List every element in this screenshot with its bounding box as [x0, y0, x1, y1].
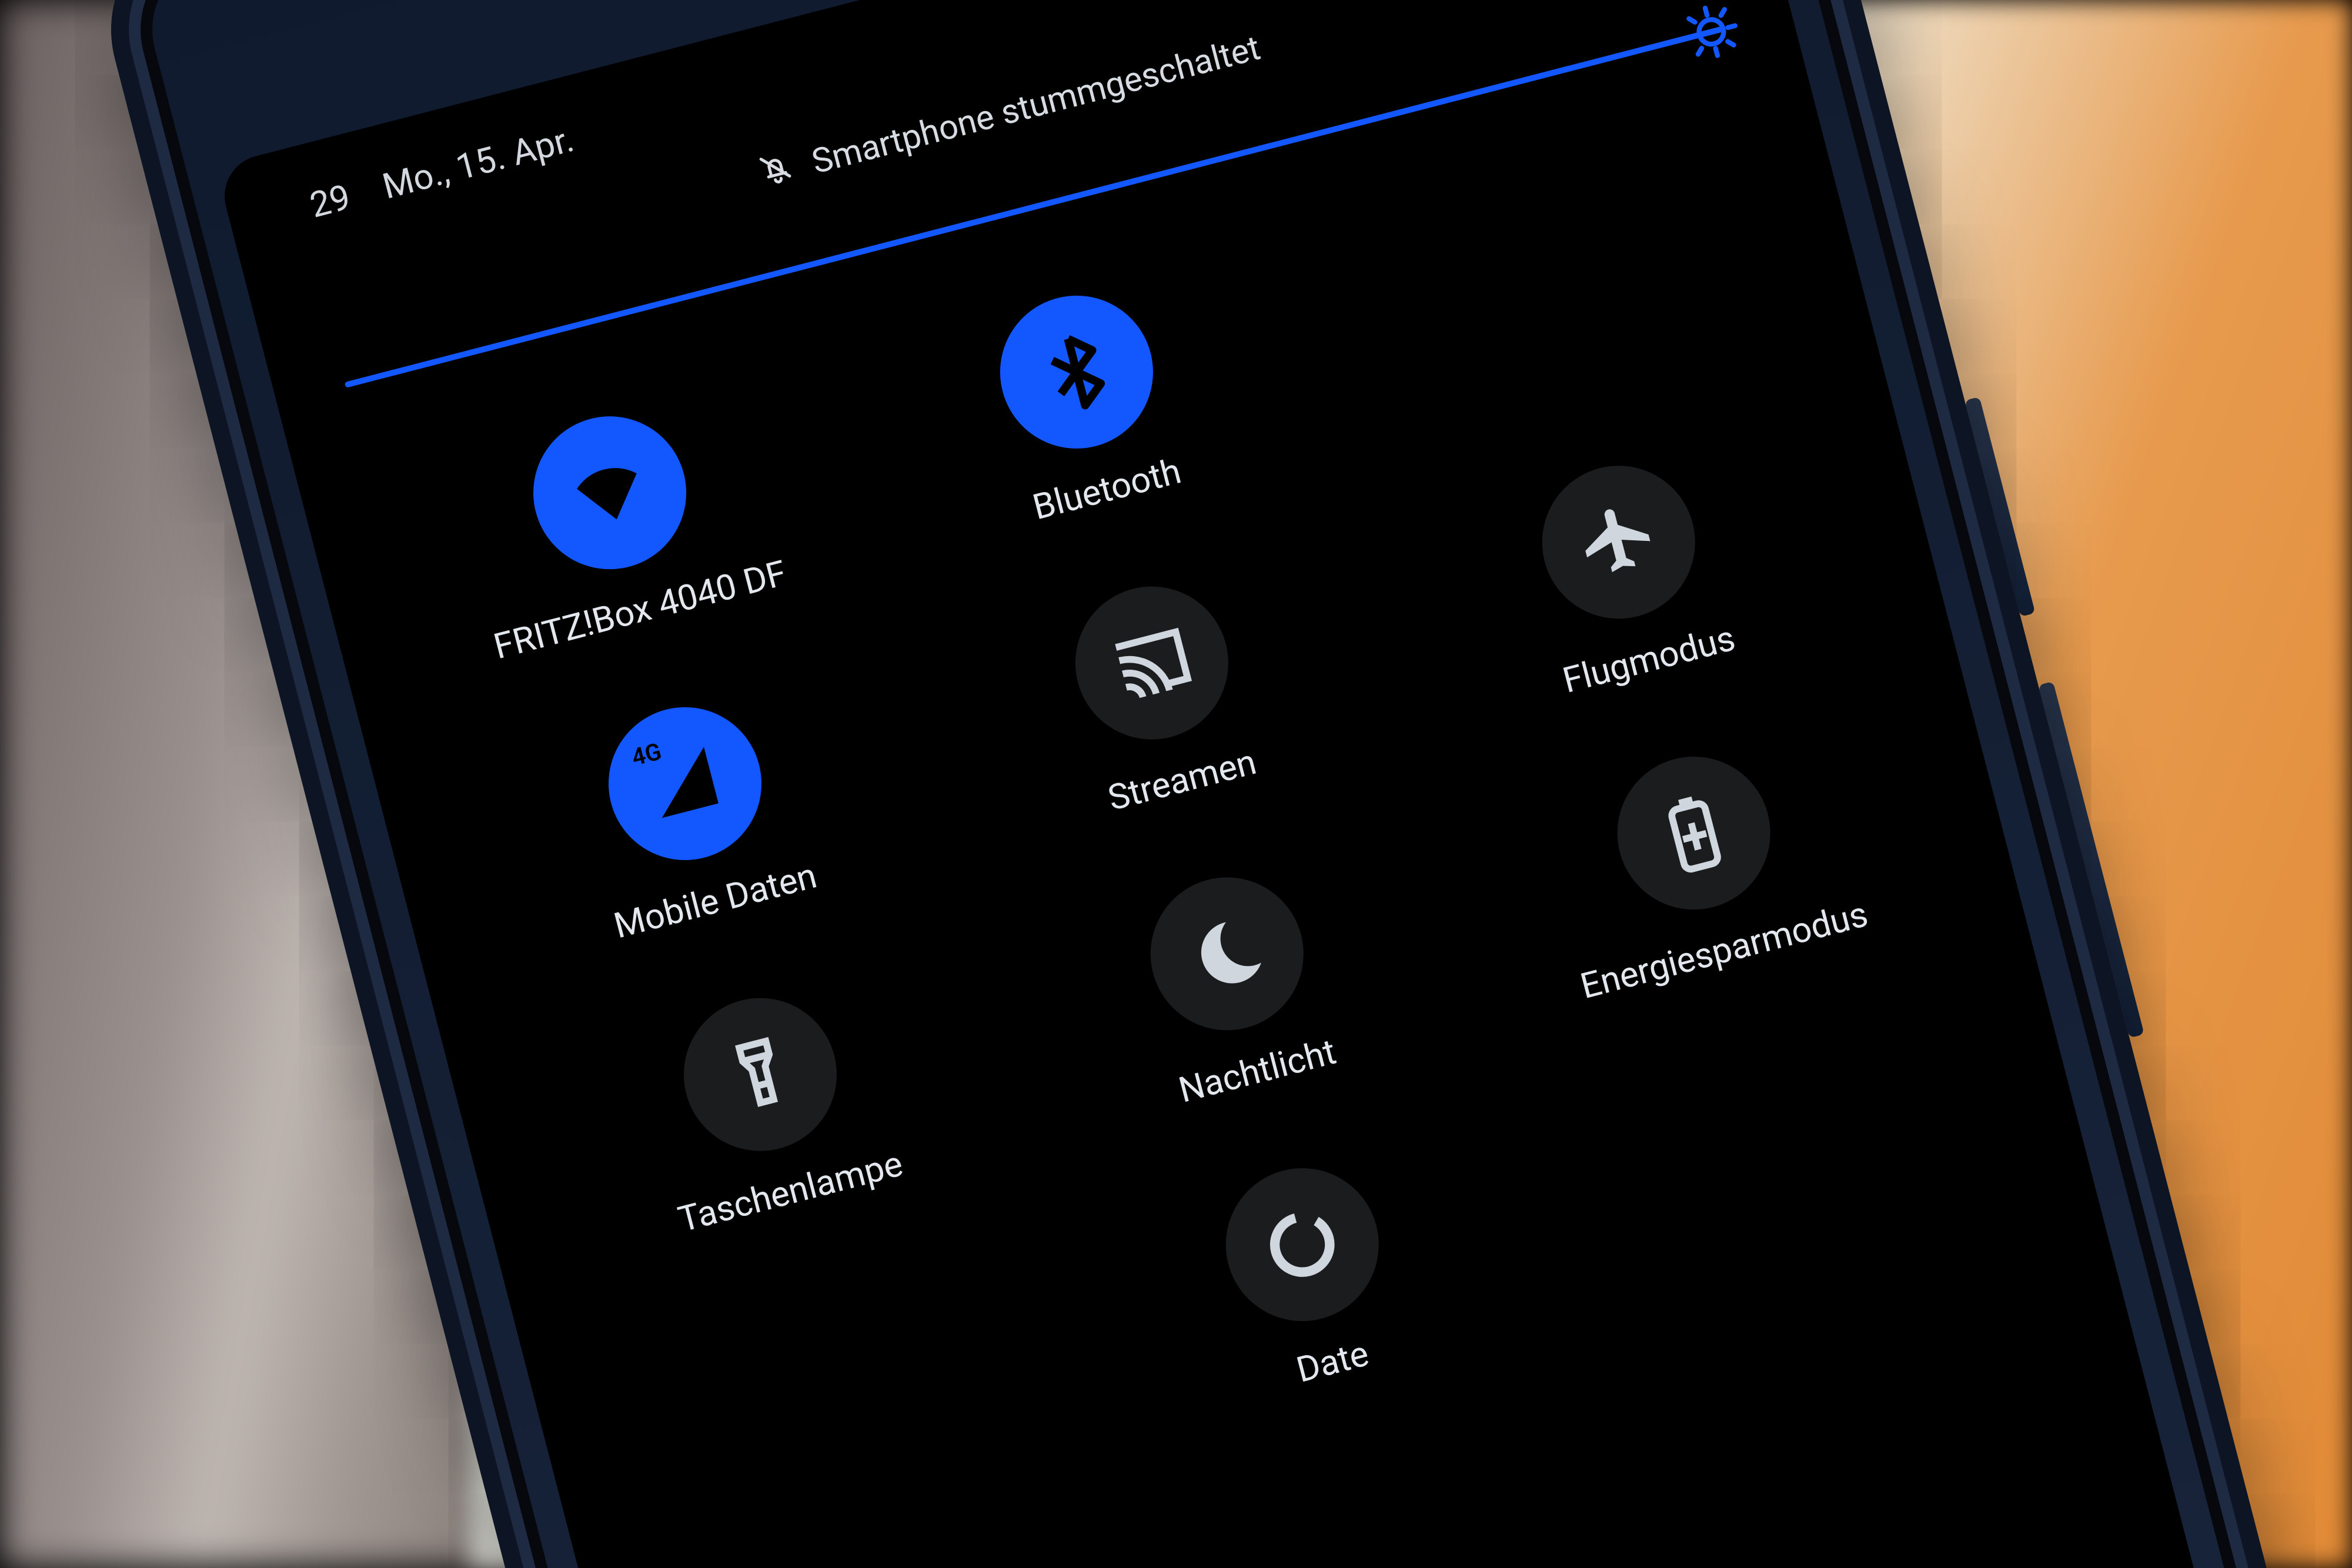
tile-label: Mobile Daten	[610, 854, 821, 947]
qs-tile-flashlight[interactable]: Taschenlampe	[519, 943, 1018, 1269]
qs-tile-wifi[interactable]: FRITZ!Box 4040 DF	[369, 362, 867, 687]
moon-icon	[1177, 904, 1278, 1004]
qs-tile-airplane[interactable]: Flugmodus	[1378, 411, 1876, 737]
tile-label: Taschenlampe	[674, 1142, 907, 1241]
cast-button[interactable]	[1058, 570, 1245, 756]
mobile-data-button[interactable]: 4G	[592, 690, 779, 877]
tile-label: Energiesparmodus	[1576, 893, 1872, 1007]
data-usage-icon	[1252, 1195, 1352, 1295]
tile-label: Bluetooth	[1028, 450, 1185, 528]
tile-label: Flugmodus	[1558, 617, 1739, 701]
qs-tile-battery-saver[interactable]: Energiesparmodus	[1453, 701, 1952, 1027]
tile-label: Nachtlicht	[1174, 1031, 1340, 1111]
bluetooth-icon	[1027, 322, 1127, 423]
airplane-button[interactable]	[1525, 449, 1712, 636]
bell-off-icon	[754, 146, 799, 198]
battery-plus-icon	[1643, 783, 1744, 884]
flashlight-icon	[710, 1024, 811, 1125]
airplane-icon	[1568, 492, 1669, 593]
qs-tile-mobile-data[interactable]: 4G Mobile Daten	[444, 652, 943, 978]
brightness-thumb[interactable]	[1675, 0, 1747, 68]
qs-tile-bluetooth[interactable]: Bluetooth	[836, 240, 1334, 566]
nightlight-button[interactable]	[1134, 861, 1320, 1047]
data-usage-button[interactable]	[1209, 1152, 1395, 1338]
wifi-button[interactable]	[517, 400, 703, 586]
brightness-icon	[1675, 0, 1747, 68]
qs-tile-nightlight[interactable]: Nachtlicht	[986, 823, 1485, 1148]
cast-icon	[1102, 613, 1202, 713]
status-time: 29	[306, 176, 355, 226]
bluetooth-button[interactable]	[984, 279, 1170, 465]
qs-tile-cast[interactable]: Streamen	[911, 531, 1409, 857]
flashlight-button[interactable]	[667, 981, 854, 1168]
battery-saver-button[interactable]	[1601, 740, 1787, 927]
wifi-icon	[560, 443, 660, 543]
tile-label: FRITZ!Box 4040 DF	[489, 552, 790, 668]
tile-label: Streamen	[1104, 741, 1261, 819]
